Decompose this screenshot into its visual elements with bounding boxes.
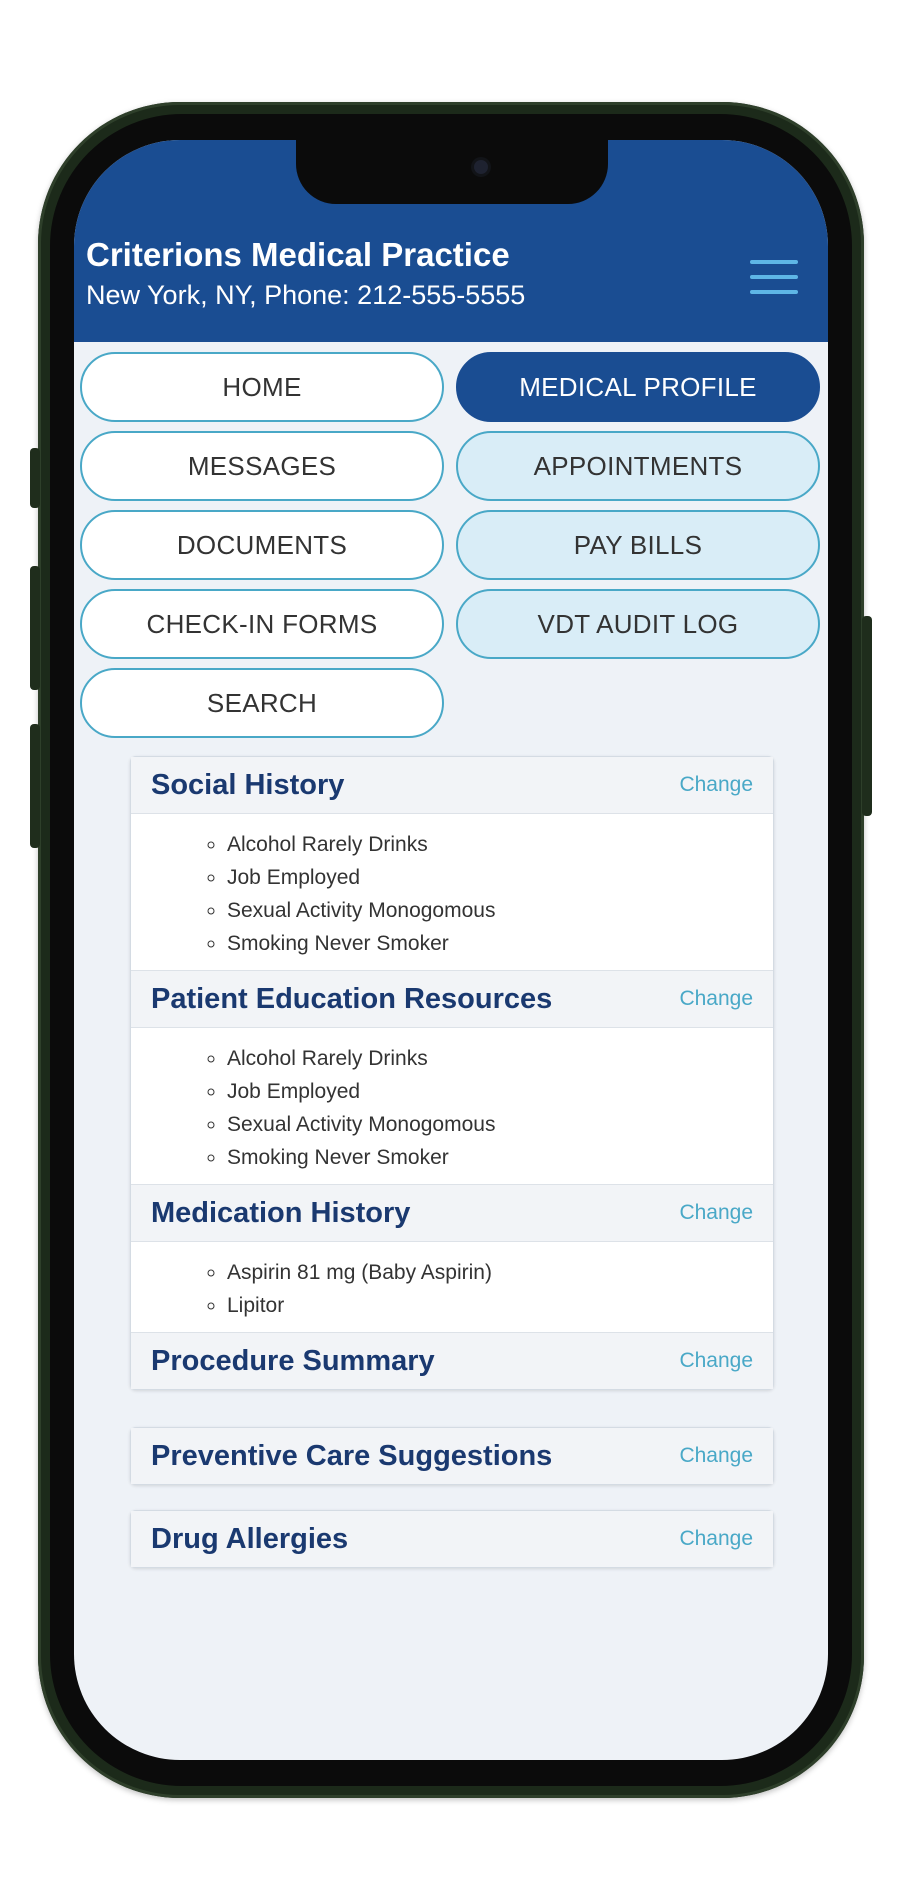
section-title: Social History	[151, 768, 345, 801]
medical-profile-card: Social History Change Alcohol Rarely Dri…	[130, 756, 774, 1390]
phone-notch	[296, 140, 608, 204]
list-item: Job Employed	[227, 861, 773, 894]
phone-side-button	[30, 566, 40, 690]
hamburger-menu-icon[interactable]	[750, 260, 798, 298]
change-link[interactable]: Change	[679, 987, 753, 1011]
section-title: Patient Education Resources	[151, 982, 553, 1015]
section-header-preventive-care: Preventive Care Suggestions Change	[131, 1428, 773, 1484]
list-item: Lipitor	[227, 1289, 773, 1322]
list-item: Smoking Never Smoker	[227, 1141, 773, 1174]
list-item: Sexual Activity Monogomous	[227, 1108, 773, 1141]
list-item: Aspirin 81 mg (Baby Aspirin)	[227, 1256, 773, 1289]
phone-side-button	[30, 448, 40, 508]
camera-icon	[474, 160, 488, 174]
section-title: Procedure Summary	[151, 1344, 435, 1377]
nav-appointments-button[interactable]: APPOINTMENTS	[456, 431, 820, 501]
nav-medical-profile-button[interactable]: MEDICAL PROFILE	[456, 352, 820, 422]
nav-search-button[interactable]: SEARCH	[80, 668, 444, 738]
change-link[interactable]: Change	[679, 773, 753, 797]
change-link[interactable]: Change	[679, 1527, 753, 1551]
section-title: Drug Allergies	[151, 1522, 349, 1555]
section-title: Medication History	[151, 1196, 411, 1229]
section-header-procedure-summary: Procedure Summary Change	[131, 1333, 773, 1389]
section-title: Preventive Care Suggestions	[151, 1439, 553, 1472]
list-item: Alcohol Rarely Drinks	[227, 828, 773, 861]
nav-messages-button[interactable]: MESSAGES	[80, 431, 444, 501]
section-body-medication-history: Aspirin 81 mg (Baby Aspirin) Lipitor	[131, 1241, 773, 1333]
section-body-social-history: Alcohol Rarely Drinks Job Employed Sexua…	[131, 813, 773, 971]
phone-side-button	[862, 616, 872, 816]
practice-title: Criterions Medical Practice	[86, 236, 510, 273]
section-header-drug-allergies: Drug Allergies Change	[131, 1511, 773, 1567]
nav-home-button[interactable]: HOME	[80, 352, 444, 422]
phone-side-button	[30, 724, 40, 848]
nav-pay-bills-button[interactable]: PAY BILLS	[456, 510, 820, 580]
list-item: Job Employed	[227, 1075, 773, 1108]
change-link[interactable]: Change	[679, 1444, 753, 1468]
nav-documents-button[interactable]: DOCUMENTS	[80, 510, 444, 580]
app-screen: Criterions Medical Practice New York, NY…	[74, 140, 828, 1760]
preventive-care-card: Preventive Care Suggestions Change	[130, 1427, 774, 1485]
section-header-medication-history: Medication History Change	[131, 1185, 773, 1241]
list-item: Smoking Never Smoker	[227, 927, 773, 960]
drug-allergies-card: Drug Allergies Change	[130, 1510, 774, 1568]
nav-check-in-forms-button[interactable]: CHECK-IN FORMS	[80, 589, 444, 659]
change-link[interactable]: Change	[679, 1201, 753, 1225]
section-header-patient-education: Patient Education Resources Change	[131, 971, 773, 1027]
list-item: Alcohol Rarely Drinks	[227, 1042, 773, 1075]
change-link[interactable]: Change	[679, 1349, 753, 1373]
section-header-social-history: Social History Change	[131, 757, 773, 813]
list-item: Sexual Activity Monogomous	[227, 894, 773, 927]
practice-subtitle: New York, NY, Phone: 212-555-5555	[86, 280, 526, 310]
nav-vdt-audit-log-button[interactable]: VDT AUDIT LOG	[456, 589, 820, 659]
section-body-patient-education: Alcohol Rarely Drinks Job Employed Sexua…	[131, 1027, 773, 1185]
